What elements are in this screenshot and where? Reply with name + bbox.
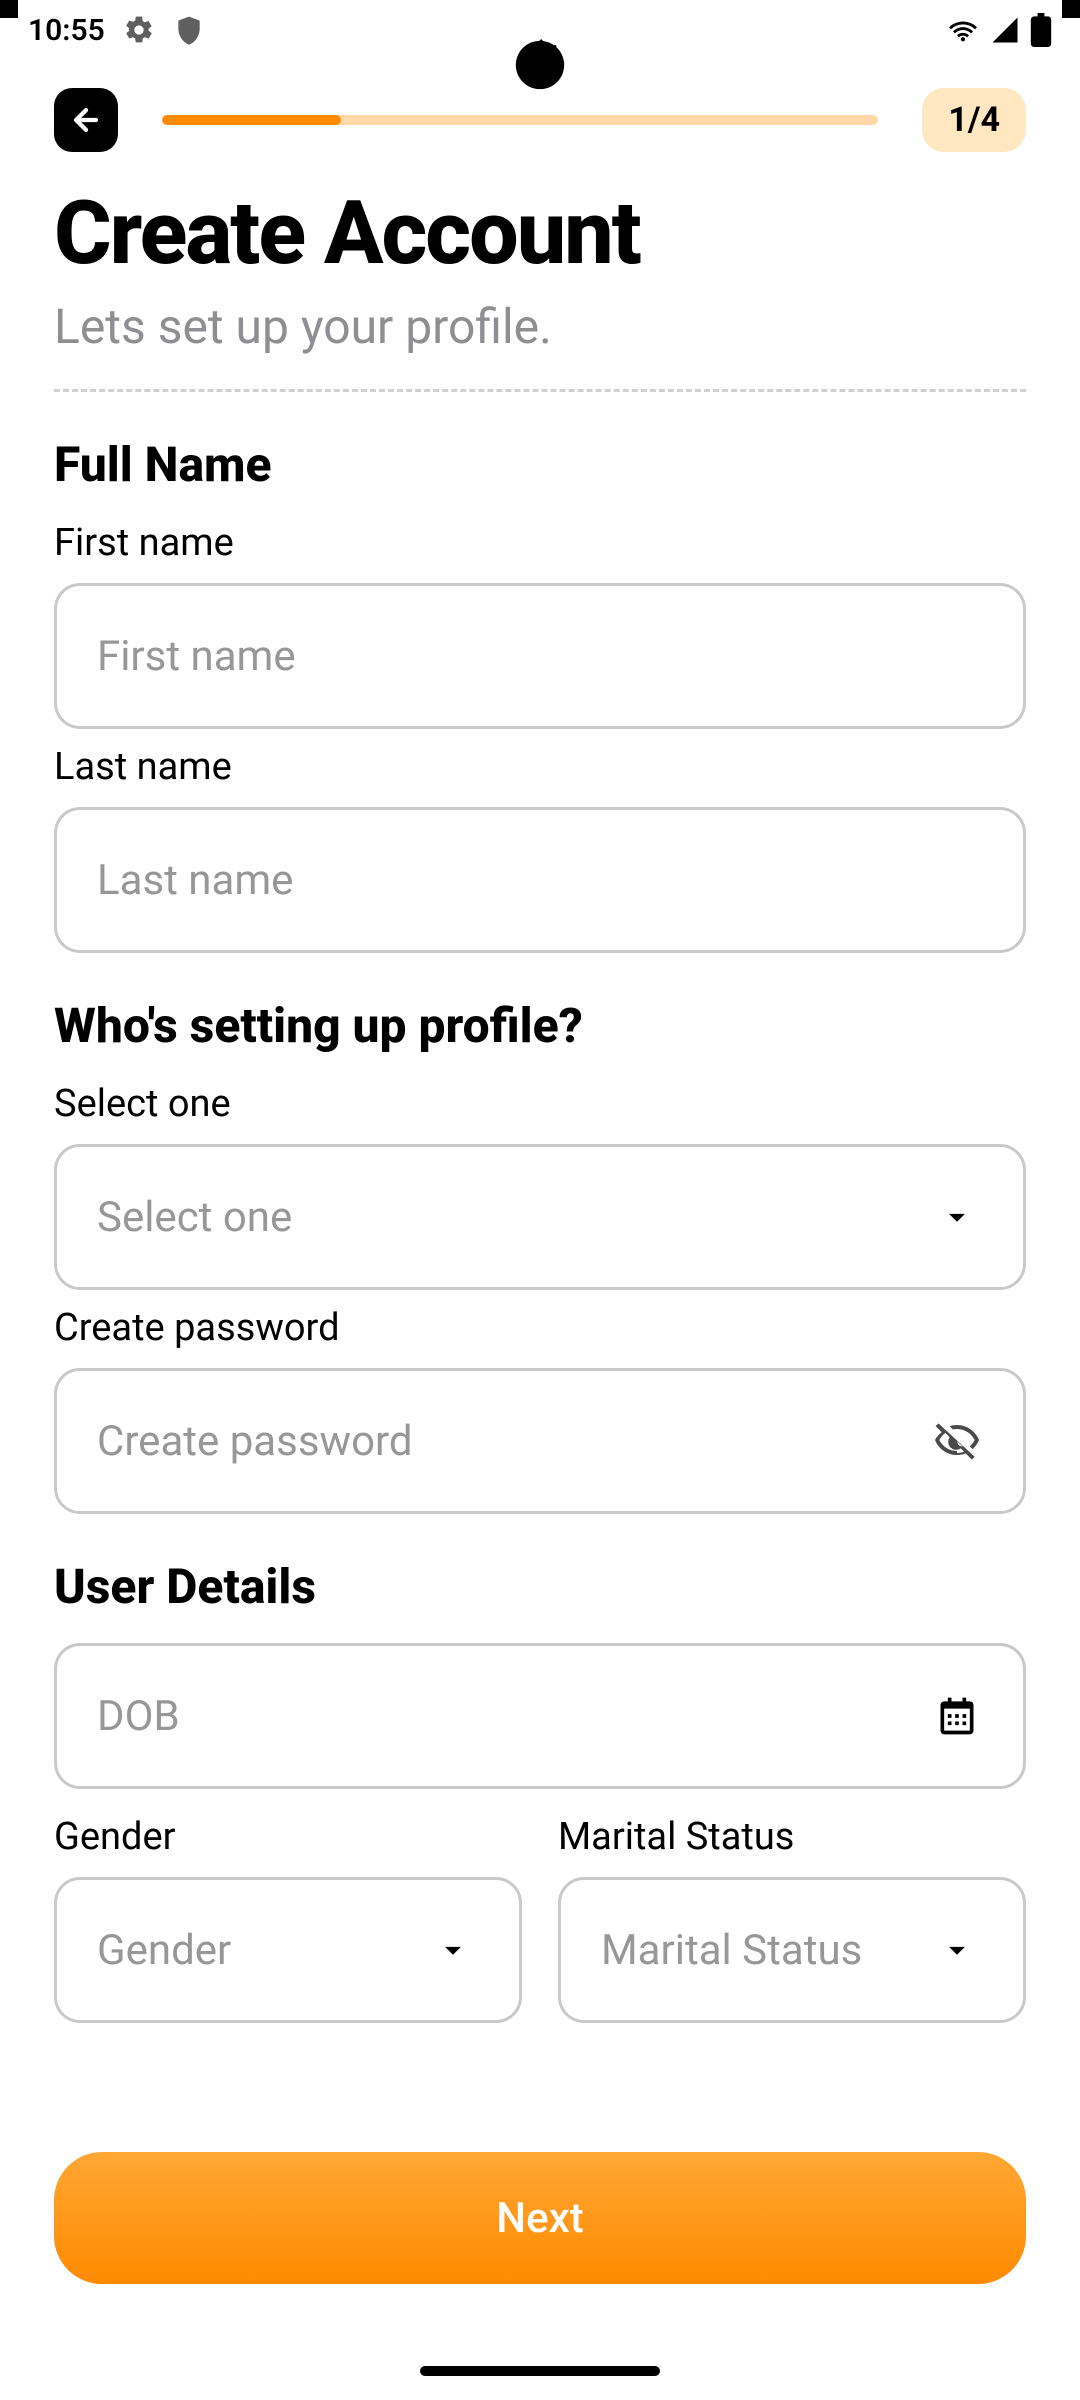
back-button[interactable] — [54, 88, 118, 152]
screen-corner — [0, 0, 18, 18]
section-who: Who's setting up profile? Select one Sel… — [0, 997, 1080, 1514]
progress-bar — [162, 115, 878, 125]
chevron-down-icon — [931, 1198, 983, 1236]
first-name-placeholder: First name — [97, 632, 983, 681]
progress-bar-fill — [162, 115, 341, 125]
select-one-dropdown[interactable]: Select one — [54, 1144, 1026, 1290]
section-title-who: Who's setting up profile? — [54, 997, 1026, 1054]
arrow-left-icon — [69, 103, 103, 137]
next-button-label: Next — [496, 2194, 583, 2243]
step-badge: 1/4 — [922, 88, 1026, 152]
first-name-input[interactable]: First name — [54, 583, 1026, 729]
create-password-placeholder: Create password — [97, 1417, 931, 1466]
create-password-input[interactable]: Create password — [54, 1368, 1026, 1514]
dob-placeholder: DOB — [97, 1692, 931, 1741]
marital-status-label: Marital Status — [558, 1815, 1026, 1859]
home-indicator[interactable] — [420, 2366, 660, 2376]
last-name-placeholder: Last name — [97, 856, 983, 905]
section-title-user-details: User Details — [54, 1558, 1026, 1615]
page-title: Create Account — [54, 188, 1026, 280]
page-subtitle: Lets set up your profile. — [54, 298, 1026, 355]
select-one-label: Select one — [54, 1082, 1026, 1126]
camera-notch-icon — [511, 36, 569, 94]
last-name-label: Last name — [54, 745, 1026, 789]
calendar-icon[interactable] — [931, 1694, 983, 1738]
chevron-down-icon — [931, 1931, 983, 1969]
wifi-icon — [946, 13, 980, 47]
marital-status-placeholder: Marital Status — [601, 1926, 931, 1975]
section-title-full-name: Full Name — [54, 436, 1026, 493]
section-full-name: Full Name First name First name Last nam… — [0, 436, 1080, 953]
eye-off-icon[interactable] — [931, 1417, 983, 1465]
cellular-icon — [990, 15, 1020, 45]
footer: Next — [0, 2112, 1080, 2400]
status-time: 10:55 — [28, 13, 105, 48]
section-user-details: User Details DOB Gender Gender Marital S… — [0, 1558, 1080, 2039]
select-one-placeholder: Select one — [97, 1193, 931, 1242]
first-name-label: First name — [54, 521, 1026, 565]
create-password-label: Create password — [54, 1306, 1026, 1350]
shield-icon — [173, 14, 205, 46]
hero: Create Account Lets set up your profile. — [0, 160, 1080, 392]
divider — [54, 389, 1026, 392]
next-button[interactable]: Next — [54, 2152, 1026, 2284]
last-name-input[interactable]: Last name — [54, 807, 1026, 953]
screen-corner — [1062, 0, 1080, 18]
battery-icon — [1030, 13, 1052, 47]
dob-input[interactable]: DOB — [54, 1643, 1026, 1789]
gender-placeholder: Gender — [97, 1926, 427, 1975]
gear-icon — [123, 14, 155, 46]
gender-dropdown[interactable]: Gender — [54, 1877, 522, 2023]
gender-label: Gender — [54, 1815, 522, 1859]
chevron-down-icon — [427, 1931, 479, 1969]
marital-status-dropdown[interactable]: Marital Status — [558, 1877, 1026, 2023]
